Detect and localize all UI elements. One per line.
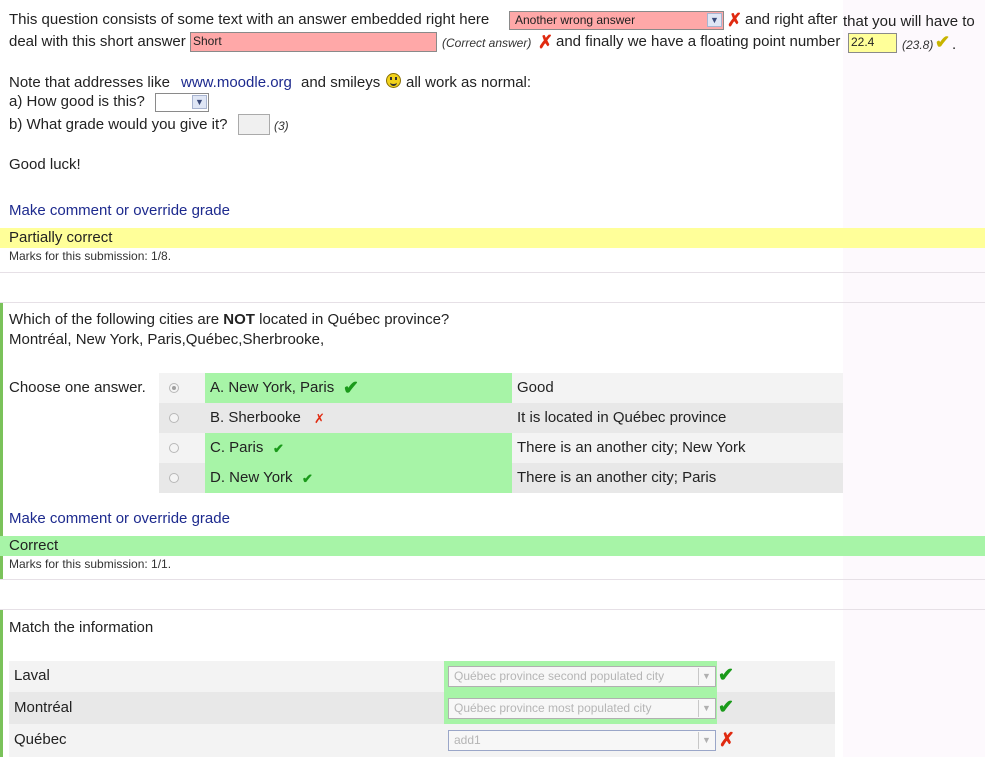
q1-text-floating: and finally we have a floating point num… (556, 33, 841, 50)
q2-option-a-label: A. New York, Paris (210, 379, 335, 396)
q1-note-link[interactable]: www.moodle.org (181, 74, 292, 91)
divider (0, 272, 985, 273)
q1-embedded-select[interactable]: Another wrong answer ▼ (509, 11, 724, 30)
check-icon: ✔ (718, 697, 734, 718)
q1-feedback-text: Partially correct (9, 229, 113, 246)
chevron-down-icon: ▼ (707, 13, 722, 27)
chevron-down-icon: ▼ (698, 732, 714, 749)
q2-feedback-text: Correct (9, 537, 59, 554)
q1-feedback-bar: Partially correct (0, 228, 985, 248)
q3-row-select[interactable]: Québec province second populated city ▼ (448, 666, 716, 687)
q2-option-d-radio[interactable] (169, 473, 179, 483)
q1-sub-a-select[interactable]: ▼ (155, 93, 209, 112)
q3-row-select[interactable]: Québec province most populated city ▼ (448, 698, 716, 719)
check-icon: ✔ (718, 665, 734, 686)
q1-sub-b-answer: (3) (274, 119, 289, 133)
q1-text-before-select: This question consists of some text with… (9, 11, 490, 28)
q2-option-a-radio[interactable] (169, 383, 179, 393)
chevron-down-icon: ▼ (698, 700, 714, 717)
q2-option-c-label: C. Paris (210, 439, 264, 456)
q3-row-select-value: Québec province second populated city (454, 669, 665, 683)
q1-embedded-select-value: Another wrong answer (515, 13, 636, 27)
q2-comment-link[interactable]: Make comment or override grade (9, 510, 230, 527)
q3-row-label: Montréal (14, 699, 73, 716)
check-icon: ✔ (273, 441, 284, 456)
q2-question-bold: NOT (223, 311, 255, 328)
q2-option-d-feedback: There is an another city; Paris (517, 469, 717, 486)
divider (0, 302, 985, 303)
q3-title: Match the information (9, 619, 154, 636)
q1-text-after-select: and right after (745, 11, 838, 28)
q1-correct-answer-note: (Correct answer) (442, 36, 532, 50)
q1-short-answer-input[interactable]: Short (190, 32, 437, 52)
q2-question-start: Which of the following cities are (9, 311, 220, 328)
q1-sub-b-input[interactable] (238, 114, 270, 135)
q1-text-line2: deal with this short answer (9, 33, 186, 50)
q2-option-a-feedback: Good (517, 379, 554, 396)
q1-comment-link[interactable]: Make comment or override grade (9, 202, 230, 219)
q2-marks: Marks for this submission: 1/1. (9, 557, 172, 571)
q2-feedback-bar: Correct (0, 536, 985, 556)
check-icon-partial: ✔ (935, 32, 951, 52)
cross-icon: ✗ (538, 32, 554, 52)
q1-note-end: all work as normal: (406, 74, 532, 91)
divider (0, 609, 985, 610)
q3-row-select[interactable]: add1 ▼ (448, 730, 716, 751)
q2-option-b-feedback: It is located in Québec province (517, 409, 727, 426)
q2-question-end: located in Québec province? (259, 311, 450, 328)
q1-sub-a-label: a) How good is this? (9, 93, 145, 110)
check-icon: ✔ (343, 378, 359, 399)
q1-numeric-correct: (23.8) (902, 38, 934, 52)
cross-icon: ✗ (727, 10, 743, 30)
q2-option-b-label: B. Sherbooke (210, 409, 301, 426)
q2-cities: Montréal, New York, Paris,Québec,Sherbro… (9, 331, 325, 348)
q1-numeric-input[interactable]: 22.4 (848, 33, 897, 53)
q2-option-c-feedback: There is an another city; New York (517, 439, 746, 456)
q3-row-select-value: Québec province most populated city (454, 701, 652, 715)
q2-question-text: Which of the following cities are NOT lo… (9, 311, 449, 328)
q1-good-luck: Good luck! (9, 156, 81, 173)
q2-choose-label: Choose one answer. (9, 379, 146, 396)
q2-option-b-radio[interactable] (169, 413, 179, 423)
q1-note-mid: and smileys (301, 74, 381, 91)
q2-option-c-radio[interactable] (169, 443, 179, 453)
cross-icon: ✗ (719, 730, 735, 751)
q3-row-label: Laval (14, 667, 50, 684)
q1-period: . (952, 36, 957, 53)
q3-row-select-value: add1 (454, 733, 481, 747)
q1-short-answer-value: Short (193, 34, 222, 48)
q3-row-label: Québec (14, 731, 67, 748)
smiley-icon (386, 73, 401, 88)
q2-option-d-label: D. New York (210, 469, 293, 486)
q1-marks: Marks for this submission: 1/8. (9, 249, 172, 263)
q1-numeric-value: 22.4 (851, 35, 875, 49)
q1-sub-b-label: b) What grade would you give it? (9, 116, 228, 133)
check-icon: ✔ (302, 471, 313, 486)
divider (0, 579, 985, 580)
q1-note-text: Note that addresses like (9, 74, 170, 91)
q3-left-border (0, 610, 3, 757)
q1-text-after-select-cont: that you will have to (843, 13, 975, 30)
chevron-down-icon: ▼ (192, 95, 207, 109)
chevron-down-icon: ▼ (698, 668, 714, 685)
cross-icon: ✗ (314, 411, 325, 426)
